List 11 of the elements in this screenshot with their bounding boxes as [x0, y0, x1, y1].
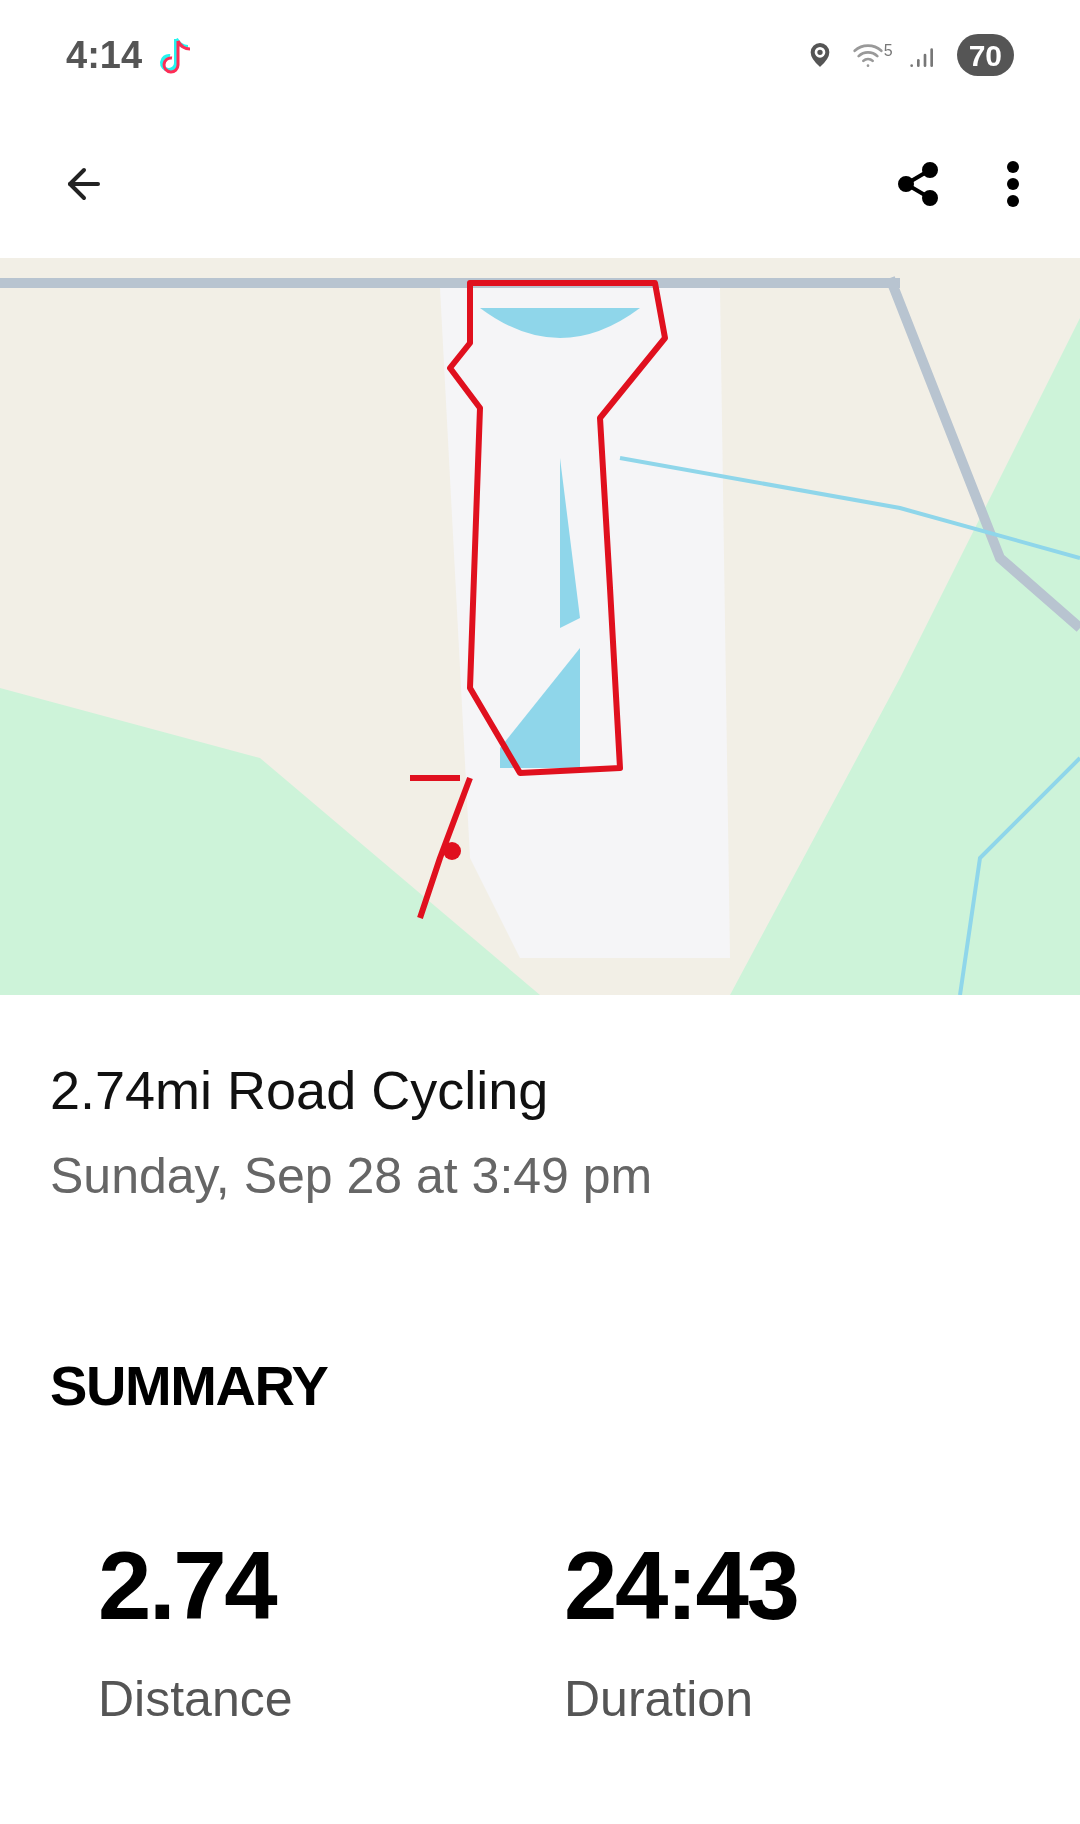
network-type: 5 [883, 41, 893, 61]
status-time: 4:14 [66, 32, 143, 78]
summary-heading: SUMMARY [50, 1353, 329, 1419]
battery-level: 70 [956, 34, 1014, 76]
activity-title: 2.74mi Road Cycling [50, 1059, 550, 1122]
stat-label: Duration [564, 1670, 754, 1729]
stat-label: Distance [98, 1670, 294, 1729]
stat-value: 24:43 [564, 1538, 799, 1634]
stat-value: 2.74 [98, 1538, 278, 1634]
activity-date: Sunday, Sep 28 at 3:49 pm [50, 1147, 654, 1206]
more-vertical-icon [1006, 160, 1020, 208]
